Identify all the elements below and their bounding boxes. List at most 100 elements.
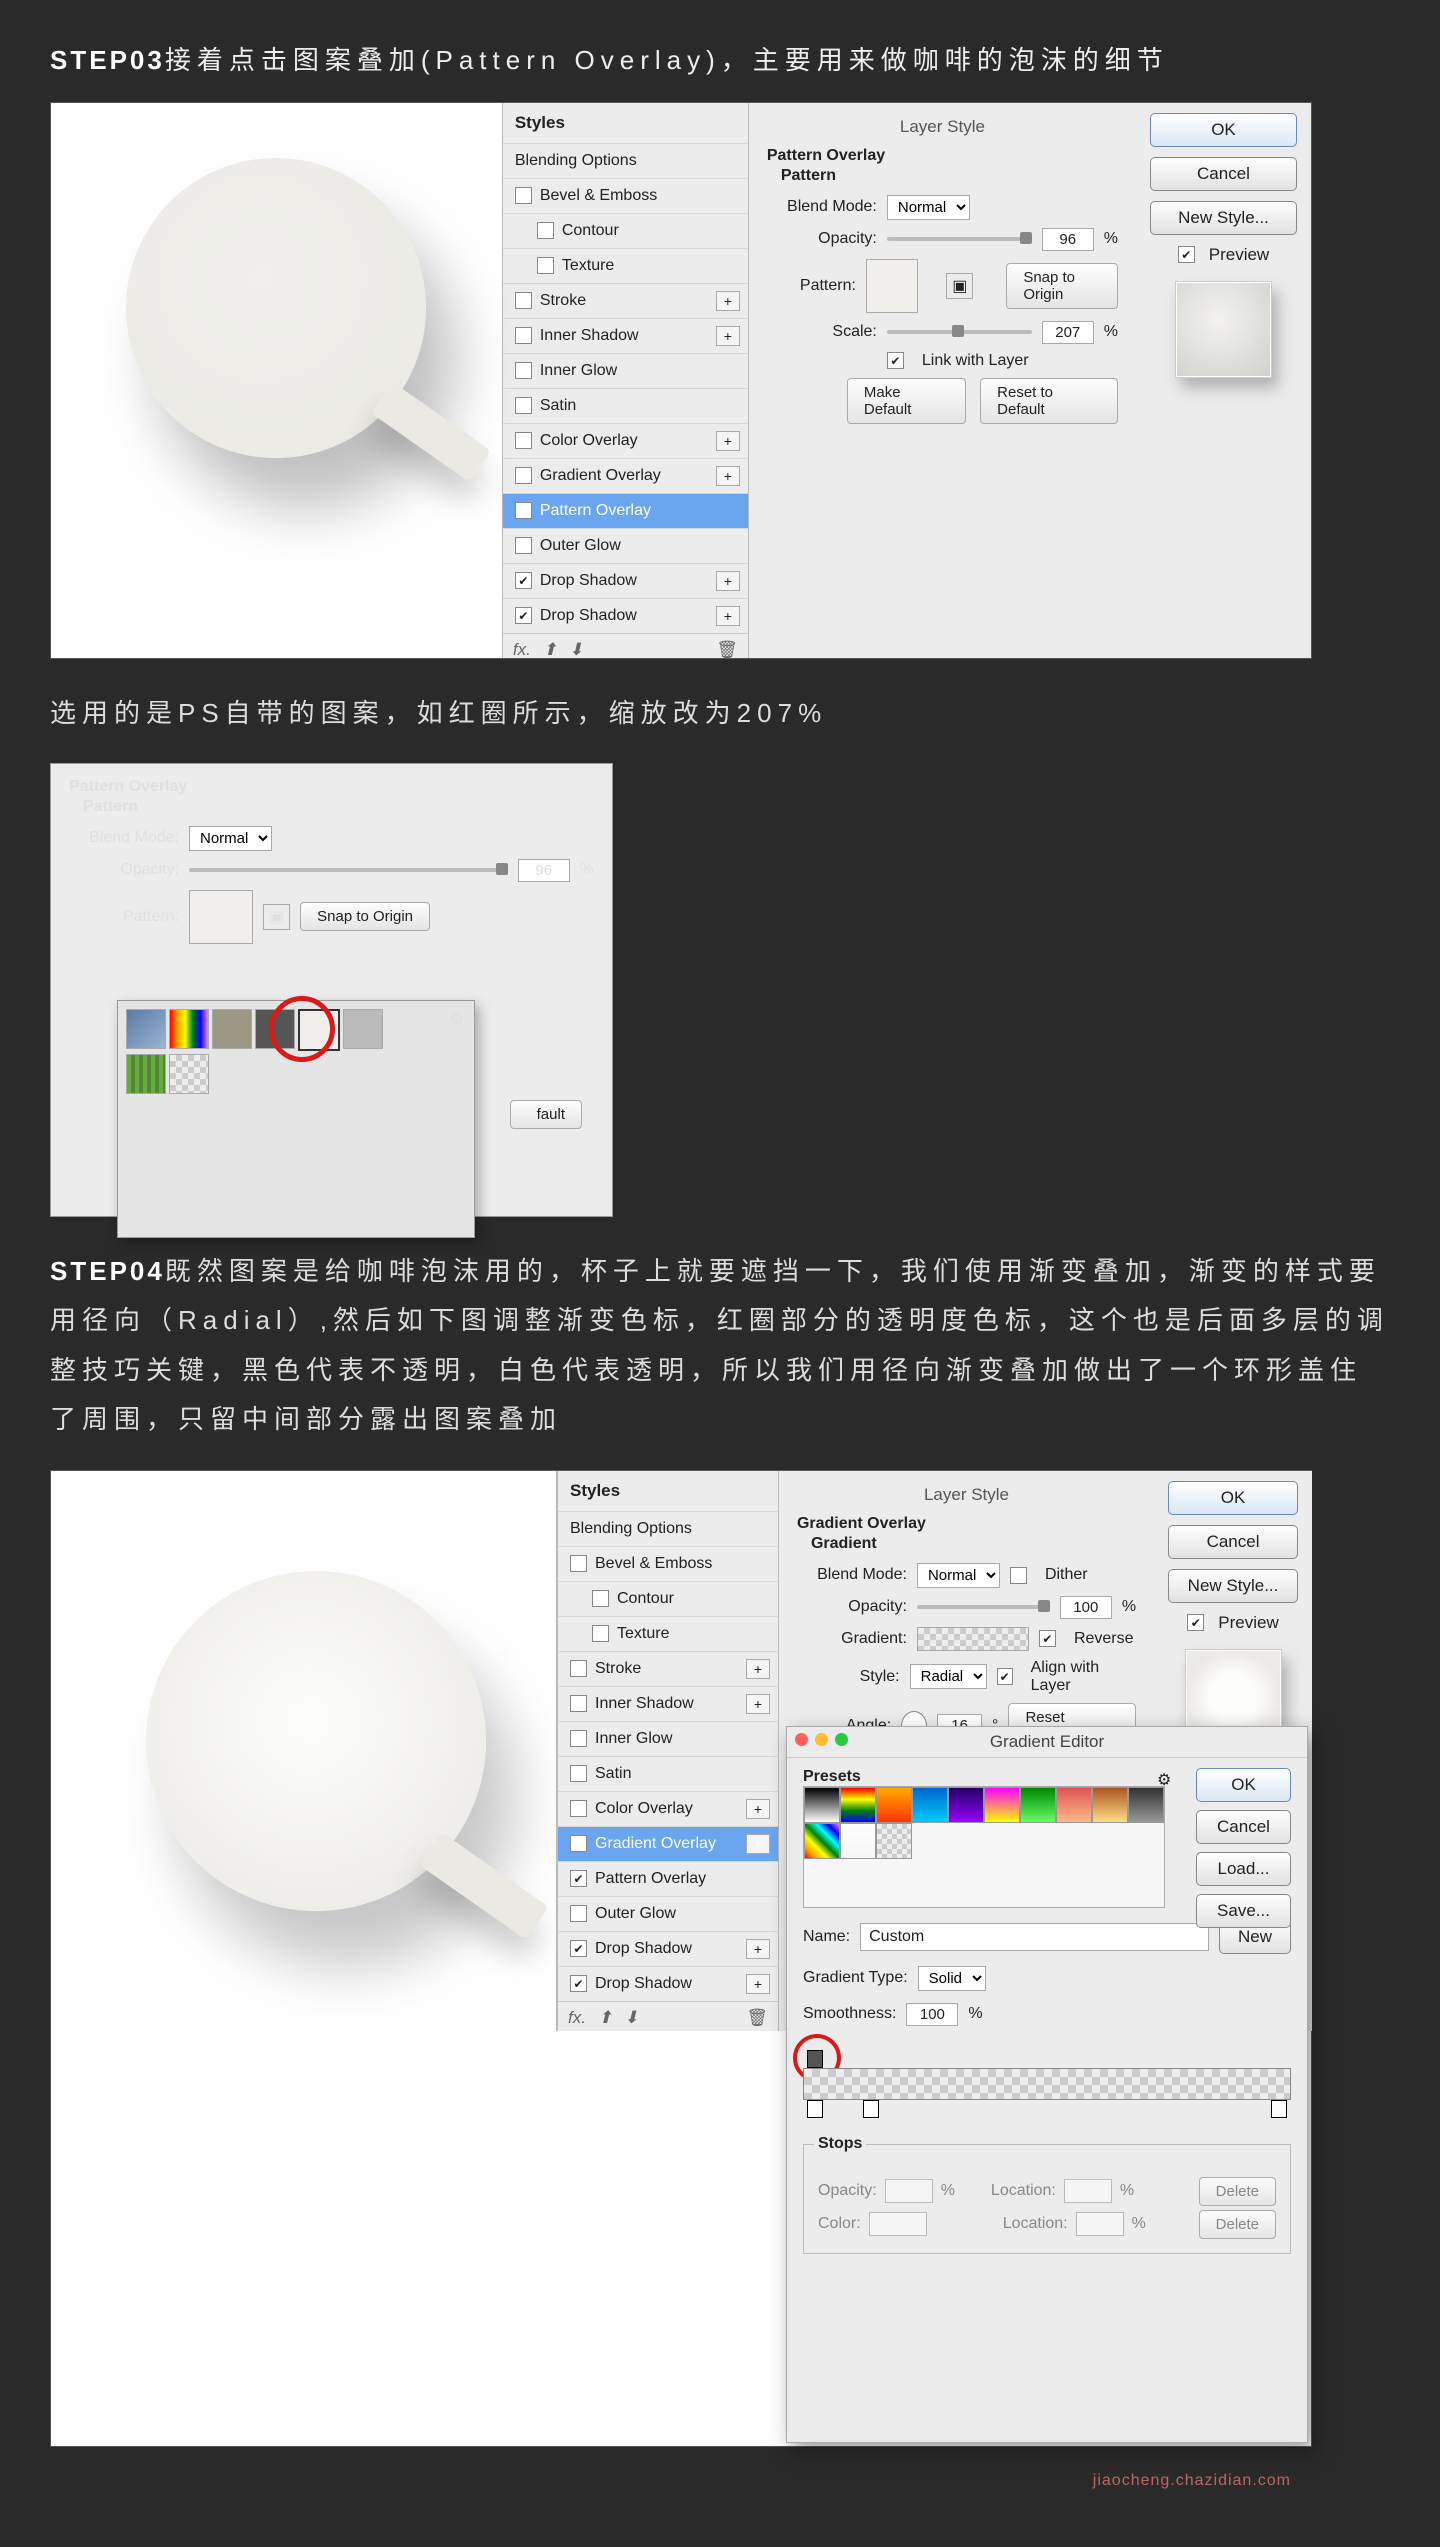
op2-slider[interactable] (189, 868, 508, 872)
stroke-row[interactable]: Stroke+ (503, 283, 748, 318)
make-default-button[interactable]: Make Default (847, 378, 966, 424)
fx-icon[interactable]: fx. (513, 640, 531, 660)
plus-icon[interactable]: + (716, 606, 740, 626)
chk[interactable] (537, 222, 554, 239)
plus-icon[interactable]: + (716, 571, 740, 591)
preset[interactable] (1056, 1787, 1092, 1823)
partial-default-btn[interactable]: fault (510, 1100, 582, 1129)
zoom-icon[interactable] (835, 1733, 848, 1746)
chk[interactable] (515, 432, 532, 449)
gradient-bar[interactable] (803, 2068, 1291, 2100)
texture-row[interactable]: Texture (503, 248, 748, 283)
satin-row[interactable]: Satin (503, 388, 748, 423)
chk[interactable] (515, 187, 532, 204)
preset[interactable] (840, 1823, 876, 1859)
pattern-overlay-row[interactable]: Pattern Overlay (503, 493, 748, 528)
preset[interactable] (1128, 1787, 1164, 1823)
cancel2[interactable]: Cancel (1168, 1525, 1298, 1559)
col-fld[interactable] (869, 2212, 927, 2236)
align-chk[interactable] (997, 1668, 1013, 1685)
plus-icon[interactable]: + (716, 291, 740, 311)
contour-row[interactable]: Contour (503, 213, 748, 248)
gradient-swatch[interactable] (917, 1627, 1029, 1651)
color-stop-2[interactable] (863, 2100, 879, 2118)
close-icon[interactable] (795, 1733, 808, 1746)
chk[interactable] (515, 327, 532, 344)
go-bm-select[interactable]: Normal (917, 1563, 1000, 1588)
drop-shadow-row1[interactable]: Drop Shadow+ (503, 563, 748, 598)
del2[interactable]: Delete (1199, 2210, 1276, 2239)
drop-shadow-row2[interactable]: Drop Shadow+ (503, 598, 748, 633)
chk[interactable] (515, 572, 532, 589)
bev2[interactable]: Bevel & Emboss (558, 1546, 778, 1581)
pattern-swatch[interactable] (866, 259, 918, 313)
ge-cancel[interactable]: Cancel (1196, 1810, 1291, 1844)
blendmode-select[interactable]: Normal (887, 195, 970, 220)
reverse-chk[interactable] (1039, 1630, 1056, 1647)
opacity-slider[interactable] (887, 237, 1032, 241)
ig2[interactable]: Inner Glow (558, 1721, 778, 1756)
go2[interactable]: Gradient Overlay+ (558, 1826, 778, 1861)
link-chk[interactable] (887, 352, 904, 369)
gradient-overlay-row[interactable]: Gradient Overlay+ (503, 458, 748, 493)
ge-load[interactable]: Load... (1196, 1852, 1291, 1886)
color-stop-left[interactable] (807, 2100, 823, 2118)
cancel-button[interactable]: Cancel (1150, 157, 1297, 191)
bevel-row[interactable]: Bevel & Emboss (503, 178, 748, 213)
color-overlay-row[interactable]: Color Overlay+ (503, 423, 748, 458)
bo2[interactable]: Blending Options (558, 1511, 778, 1546)
bm2-select[interactable]: Normal (189, 826, 272, 851)
preset[interactable] (948, 1787, 984, 1823)
trash-icon2[interactable]: 🗑 (746, 2008, 768, 2028)
og2[interactable]: Outer Glow (558, 1896, 778, 1931)
color-stop-right[interactable] (1271, 2100, 1287, 2118)
preset[interactable] (804, 1823, 840, 1859)
ok-button[interactable]: OK (1150, 113, 1297, 147)
preset[interactable] (912, 1787, 948, 1823)
plus-icon[interactable]: + (716, 431, 740, 451)
gt-select[interactable]: Solid (918, 1966, 986, 1991)
gear-icon[interactable]: ⚙ (450, 1009, 464, 1029)
outer-glow-row[interactable]: Outer Glow (503, 528, 748, 563)
preset[interactable] (840, 1787, 876, 1823)
go-style-select[interactable]: Radial (910, 1664, 987, 1689)
fx-icon2[interactable]: fx. (568, 2008, 586, 2028)
chk[interactable] (537, 257, 554, 274)
reset-default-button[interactable]: Reset to Default (980, 378, 1118, 424)
chk[interactable] (515, 537, 532, 554)
down-icon[interactable]: ⬇ (569, 640, 583, 660)
blending-options-row[interactable]: Blending Options (503, 143, 748, 178)
ish2[interactable]: Inner Shadow+ (558, 1686, 778, 1721)
up-icon2[interactable]: ⬆ (598, 2008, 612, 2028)
trash-icon[interactable]: 🗑 (716, 640, 738, 660)
preset[interactable] (1092, 1787, 1128, 1823)
chk[interactable] (515, 362, 532, 379)
tex2[interactable]: Texture (558, 1616, 778, 1651)
ok2[interactable]: OK (1168, 1481, 1298, 1515)
pattern-cell[interactable] (343, 1009, 383, 1049)
down-icon2[interactable]: ⬇ (624, 2008, 638, 2028)
ge-ok[interactable]: OK (1196, 1768, 1291, 1802)
ns2[interactable]: New Style... (1168, 1569, 1298, 1603)
op2-val[interactable]: 96 (518, 859, 570, 882)
inner-shadow-row[interactable]: Inner Shadow+ (503, 318, 748, 353)
chk[interactable] (515, 607, 532, 624)
preset[interactable] (876, 1823, 912, 1859)
go-op-val[interactable]: 100 (1060, 1596, 1112, 1619)
new-pattern-icon2[interactable]: ▣ (263, 904, 290, 930)
plus-icon[interactable]: + (716, 326, 740, 346)
ge-save[interactable]: Save... (1196, 1894, 1291, 1928)
dither-chk[interactable] (1010, 1567, 1027, 1584)
chk[interactable] (515, 292, 532, 309)
snap-button[interactable]: Snap to Origin (1006, 263, 1118, 309)
preset[interactable] (1020, 1787, 1056, 1823)
preview-chk[interactable] (1178, 246, 1195, 263)
loc-fld[interactable] (1064, 2179, 1112, 2203)
scale-value[interactable]: 207 (1042, 321, 1094, 344)
plus-icon[interactable]: + (716, 466, 740, 486)
name-input[interactable]: Custom (860, 1923, 1209, 1951)
op-fld[interactable] (885, 2179, 933, 2203)
new-style-button[interactable]: New Style... (1150, 201, 1297, 235)
preset-box[interactable] (803, 1786, 1165, 1908)
opacity-value[interactable]: 96 (1042, 228, 1094, 251)
